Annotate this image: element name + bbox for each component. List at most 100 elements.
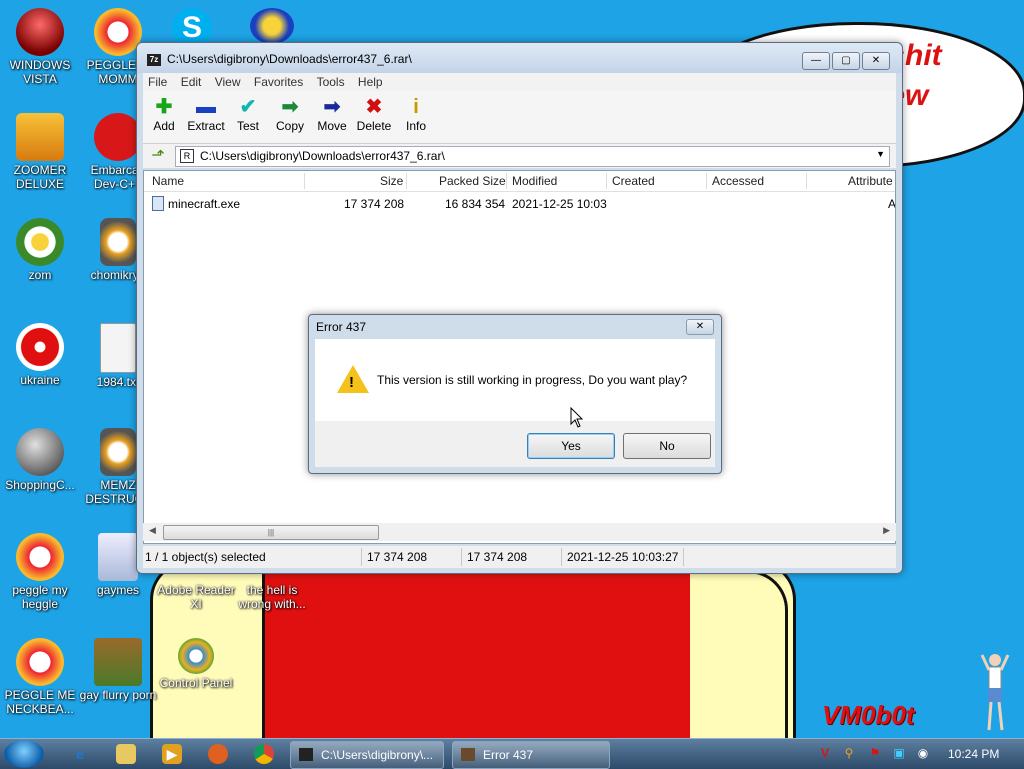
- menu-tools[interactable]: Tools: [312, 73, 350, 91]
- column-packed-size[interactable]: Packed Size: [439, 174, 506, 188]
- desktop-icon-adobe-reader[interactable]: Adobe Reader XI: [156, 583, 236, 611]
- desktop-icon-peggle-me-neckbea[interactable]: PEGGLE ME NECKBEA...: [0, 638, 80, 716]
- warning-mark: !: [349, 374, 354, 391]
- desktop-icon-zoomer-deluxe[interactable]: ZOOMER DELUXE: [0, 113, 80, 191]
- column-created[interactable]: Created: [612, 174, 655, 188]
- scroll-right-icon[interactable]: ▶: [883, 525, 890, 536]
- desktop-icon-gay-flurry-porn[interactable]: gay flurry porn: [78, 638, 158, 702]
- flash-icon: [16, 428, 64, 476]
- antivirus-tray-icon[interactable]: V: [818, 746, 832, 760]
- test-button[interactable]: ✔ Test: [227, 95, 269, 133]
- peggle-icon: [94, 8, 142, 56]
- chevron-down-icon[interactable]: ▼: [876, 149, 885, 159]
- desktop-icon-label: gaymes: [96, 583, 140, 597]
- status-divider: [683, 548, 684, 566]
- status-selected: 1 / 1 object(s) selected: [145, 550, 266, 564]
- extract-label: Extract: [187, 119, 225, 133]
- task-label: C:\Users\digibrony\...: [321, 748, 434, 762]
- scroll-left-icon[interactable]: ◀: [149, 525, 156, 536]
- internet-explorer-icon[interactable]: e: [70, 744, 90, 764]
- zoomer-icon: [16, 113, 64, 161]
- desktop-icon-zom[interactable]: zom: [0, 218, 80, 282]
- status-bar: 1 / 1 object(s) selected 17 374 208 17 3…: [143, 546, 896, 568]
- volume-tray-icon[interactable]: ◉: [916, 746, 930, 760]
- desktop-icon-peggle-my-heggle[interactable]: peggle my heggle: [0, 533, 80, 611]
- extract-button[interactable]: ▬ Extract: [185, 95, 227, 133]
- network-tray-icon[interactable]: ▣: [892, 746, 906, 760]
- chrome-icon[interactable]: [254, 744, 274, 764]
- app-launcher-icon[interactable]: [208, 744, 228, 764]
- dialog-footer: Yes No: [315, 421, 715, 467]
- media-player-icon[interactable]: ▶: [162, 744, 182, 764]
- flag-tray-icon[interactable]: ⚑: [868, 746, 882, 760]
- search-tray-icon[interactable]: ⚲: [842, 746, 856, 760]
- column-divider[interactable]: [406, 173, 407, 189]
- windows-vista-icon: [16, 8, 64, 56]
- taskbar: e ▶ C:\Users\digibrony\... Error 437 V ⚲…: [0, 738, 1024, 769]
- add-button[interactable]: ✚ Add: [143, 95, 185, 133]
- sevenzip-icon: [299, 748, 313, 761]
- table-row[interactable]: minecraft.exe 17 374 208 16 834 354 2021…: [144, 195, 895, 213]
- column-header-row: Name Size Packed Size Modified Created A…: [144, 171, 895, 192]
- explorer-folder-icon[interactable]: [116, 744, 136, 764]
- up-folder-button[interactable]: ⬏: [149, 147, 167, 165]
- column-divider[interactable]: [506, 173, 507, 189]
- menu-edit[interactable]: Edit: [176, 73, 207, 91]
- add-label: Add: [153, 119, 175, 133]
- clock[interactable]: 10:24 PM: [948, 747, 999, 761]
- file-icon: [152, 196, 164, 211]
- globe-icon[interactable]: [250, 8, 294, 44]
- menu-help[interactable]: Help: [353, 73, 388, 91]
- info-button[interactable]: i Info: [395, 95, 437, 133]
- scroll-thumb[interactable]: |||: [163, 525, 379, 540]
- menu-favorites[interactable]: Favorites: [249, 73, 308, 91]
- start-button[interactable]: [4, 740, 44, 768]
- no-button[interactable]: No: [623, 433, 711, 459]
- desktop-icon-shoppingc[interactable]: ShoppingC...: [0, 428, 80, 492]
- dialog-title: Error 437: [316, 320, 367, 334]
- desktop-icon-windows-vista[interactable]: WINDOWS VISTA: [0, 8, 80, 86]
- status-modified: 2021-12-25 10:03:27: [567, 550, 679, 564]
- column-size[interactable]: Size: [380, 174, 403, 188]
- horizontal-scrollbar[interactable]: ◀ ||| ▶: [143, 523, 896, 541]
- column-name[interactable]: Name: [152, 174, 184, 188]
- menu-file[interactable]: File: [143, 73, 172, 91]
- error-dialog: Error 437 ✕ ! This version is still work…: [308, 314, 722, 474]
- move-button[interactable]: ➡ Move: [311, 95, 353, 133]
- address-field[interactable]: R C:\Users\digibrony\Downloads\error437_…: [175, 146, 890, 167]
- yes-button[interactable]: Yes: [527, 433, 615, 459]
- desktop-icon-the-hell-is-wrong[interactable]: the hell is wrong with...: [232, 583, 312, 611]
- copy-button[interactable]: ➡ Copy: [269, 95, 311, 133]
- task-error-dialog[interactable]: Error 437: [452, 741, 610, 769]
- test-icon: ✔: [239, 96, 257, 118]
- column-divider[interactable]: [706, 173, 707, 189]
- desktop-icon-label: PEGGLE ME NECKBEA...: [4, 688, 76, 716]
- desktop-icon-ukraine[interactable]: ukraine: [0, 323, 80, 387]
- desktop-icon-label: ukraine: [20, 373, 60, 387]
- dancing-figure-icon: [980, 654, 1010, 731]
- column-modified[interactable]: Modified: [512, 174, 557, 188]
- status-divider: [461, 548, 462, 566]
- sevenzip-icon: 7z: [147, 54, 161, 66]
- minimize-button[interactable]: —: [802, 52, 830, 70]
- info-label: Info: [405, 119, 426, 133]
- column-divider[interactable]: [806, 173, 807, 189]
- column-attribute[interactable]: Attribute: [848, 174, 893, 188]
- column-divider[interactable]: [304, 173, 305, 189]
- file-modified: 2021-12-25 10:03: [512, 197, 607, 211]
- dialog-close-button[interactable]: ✕: [686, 319, 714, 335]
- task-archive-window[interactable]: C:\Users\digibrony\...: [290, 741, 444, 769]
- column-accessed[interactable]: Accessed: [712, 174, 764, 188]
- delete-button[interactable]: ✖ Delete: [353, 95, 395, 133]
- devcpp-icon: [94, 113, 142, 161]
- maximize-button[interactable]: ▢: [832, 52, 860, 70]
- column-divider[interactable]: [606, 173, 607, 189]
- desktop-icon-control-panel[interactable]: Control Panel: [156, 638, 236, 690]
- window-titlebar[interactable]: 7z C:\Users\digibrony\Downloads\error437…: [137, 43, 902, 73]
- folder-icon: [98, 533, 138, 581]
- peggle-icon: [16, 533, 64, 581]
- desktop-icon-label: WINDOWS VISTA: [9, 58, 71, 86]
- close-button[interactable]: ✕: [862, 52, 890, 70]
- delete-label: Delete: [356, 119, 392, 133]
- menu-view[interactable]: View: [210, 73, 246, 91]
